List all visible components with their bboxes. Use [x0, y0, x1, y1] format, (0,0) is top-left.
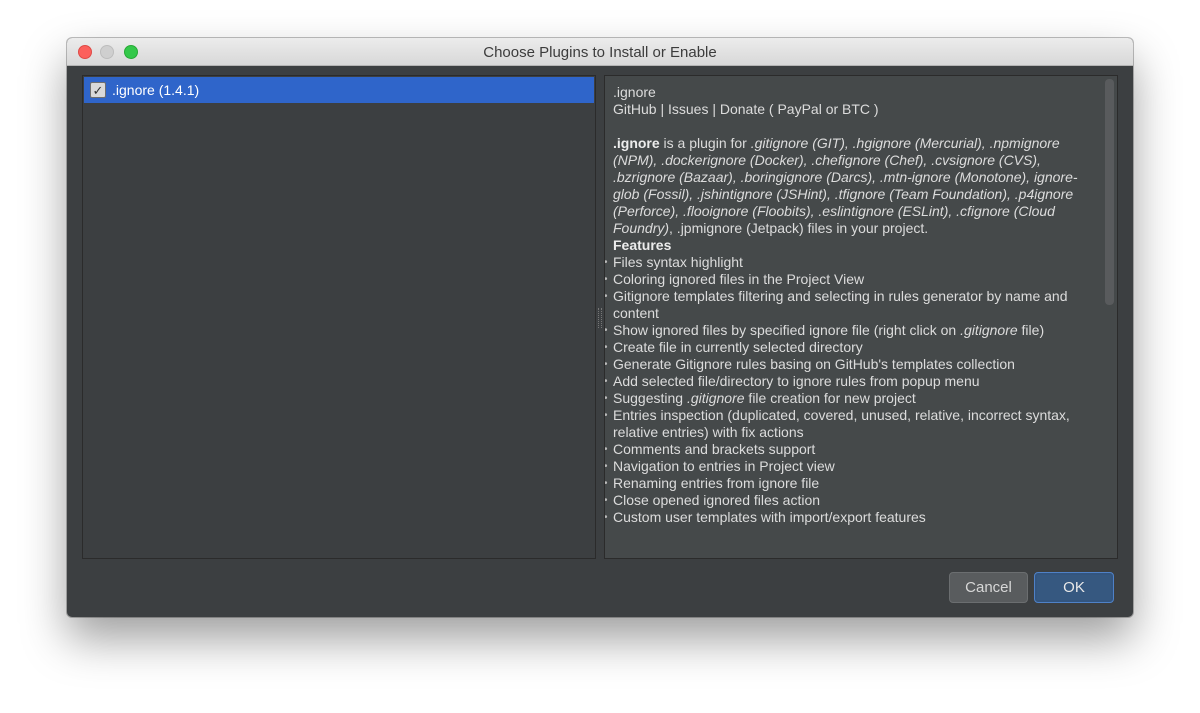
feature-text: Entries inspection (duplicated, covered,… [613, 407, 1070, 440]
plugin-checkbox[interactable]: ✓ [90, 82, 106, 98]
ok-button[interactable]: OK [1034, 572, 1114, 603]
feature-text: Create file in currently selected direct… [613, 339, 863, 355]
plugin-list[interactable]: ✓ .ignore (1.4.1) [82, 75, 596, 559]
intro-text: is a plugin for [659, 135, 751, 151]
feature-text: Renaming entries from ignore file [613, 475, 820, 491]
plugin-dialog: Choose Plugins to Install or Enable ✓ .i… [67, 38, 1133, 617]
feature-item: Navigation to entries in Project view [605, 458, 1093, 475]
feature-text: Suggesting [613, 390, 687, 406]
feature-text: Files syntax highlight [613, 254, 743, 270]
features-heading: Features [613, 237, 672, 253]
feature-text: Close opened ignored files action [613, 492, 821, 508]
feature-text: Gitignore templates filtering and select… [613, 288, 1068, 321]
feature-text: Navigation to entries in Project view [613, 458, 835, 474]
plugin-intro-name: .ignore [613, 135, 660, 151]
feature-item: Add selected file/directory to ignore ru… [605, 373, 1093, 390]
feature-text: Add selected file/directory to ignore ru… [613, 373, 980, 389]
feature-text: Show ignored files by specified ignore f… [613, 322, 961, 338]
title-bar[interactable]: Choose Plugins to Install or Enable [67, 38, 1133, 66]
feature-filename: .gitignore [686, 390, 745, 406]
feature-text: file creation for new project [744, 390, 916, 406]
feature-text: file) [1017, 322, 1045, 338]
feature-filename: .gitignore [960, 322, 1018, 338]
cancel-button[interactable]: Cancel [949, 572, 1028, 603]
feature-text: Custom user templates with import/export… [613, 509, 926, 525]
plugin-title: .ignore [613, 84, 656, 100]
intro-text: , .jpmignore (Jetpack) files in your pro… [669, 220, 929, 236]
feature-item: Entries inspection (duplicated, covered,… [605, 407, 1093, 441]
feature-item: Coloring ignored files in the Project Vi… [605, 271, 1093, 288]
feature-item: Show ignored files by specified ignore f… [605, 322, 1093, 339]
feature-item: Comments and brackets support [605, 441, 1093, 458]
feature-item: Generate Gitignore rules basing on GitHu… [605, 356, 1093, 373]
window-title: Choose Plugins to Install or Enable [483, 44, 717, 61]
description-scrollbar[interactable] [1105, 79, 1114, 305]
feature-item: Gitignore templates filtering and select… [605, 288, 1093, 322]
plugin-intro: .ignore is a plugin for .gitignore (GIT)… [613, 135, 1093, 237]
feature-text: Coloring ignored files in the Project Vi… [613, 271, 865, 287]
feature-item: Create file in currently selected direct… [605, 339, 1093, 356]
feature-item: Files syntax highlight [605, 254, 1093, 271]
plugin-name-label: .ignore (1.4.1) [112, 82, 200, 98]
plugin-list-item[interactable]: ✓ .ignore (1.4.1) [84, 77, 594, 103]
feature-text: Comments and brackets support [613, 441, 816, 457]
feature-item: Close opened ignored files action [605, 492, 1093, 509]
feature-item: Custom user templates with import/export… [605, 509, 1093, 526]
feature-text: Generate Gitignore rules basing on GitHu… [613, 356, 1015, 372]
plugin-description-panel: .ignore GitHub | Issues | Donate ( PayPa… [604, 75, 1118, 559]
plugin-links[interactable]: GitHub | Issues | Donate ( PayPal or BTC… [613, 101, 1093, 118]
features-list: Files syntax highlightColoring ignored f… [605, 254, 1093, 526]
feature-item: Suggesting .gitignore file creation for … [605, 390, 1093, 407]
feature-item: Renaming entries from ignore file [605, 475, 1093, 492]
panel-splitter-handle[interactable] [598, 308, 602, 328]
